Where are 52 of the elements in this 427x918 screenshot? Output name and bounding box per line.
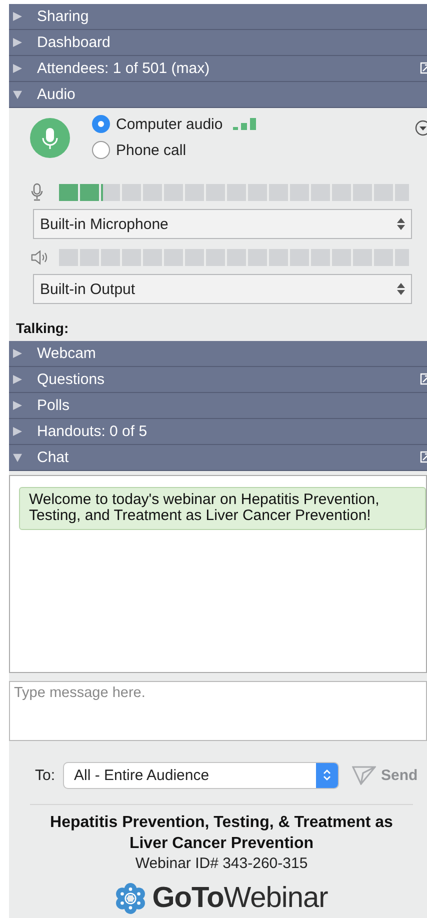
speaker-select[interactable]: Built-in Output	[33, 274, 412, 304]
triangle-icon	[13, 453, 22, 462]
dropdown-menu-icon[interactable]	[415, 120, 427, 136]
section-header[interactable]: Handouts: 0 of 5	[9, 419, 427, 445]
talking-label: Talking:	[16, 320, 70, 336]
flower-logo-icon	[115, 883, 146, 914]
radio-label[interactable]: Phone call	[116, 142, 186, 158]
section-title: Webcam	[37, 345, 96, 362]
section-header[interactable]: Questions	[9, 367, 427, 393]
section-title: Handouts: 0 of 5	[37, 423, 148, 440]
paper-plane-icon	[352, 765, 376, 785]
send-button[interactable]: Send	[352, 765, 418, 785]
section-header[interactable]: Chat	[9, 445, 427, 471]
section-header[interactable]: Attendees: 1 of 501 (max)	[9, 56, 427, 82]
section-header[interactable]: Webcam	[9, 341, 427, 367]
section-header[interactable]: Polls	[9, 393, 427, 419]
triangle-icon	[13, 427, 22, 436]
message-input-field[interactable]: Type message here.	[9, 681, 427, 741]
webinar-title: Hepatitis Prevention, Testing, & Treatment as Liver Cancer Prevention	[49, 813, 394, 854]
section-title: Dashboard	[37, 34, 110, 51]
triangle-icon	[13, 38, 22, 47]
section-header[interactable]: Audio	[9, 82, 427, 108]
triangle-icon	[13, 375, 22, 384]
logo-text: GoToWebinar	[152, 882, 328, 915]
section-title: Audio	[37, 86, 76, 103]
triangle-icon	[13, 401, 22, 410]
microphone-select[interactable]: Built-in Microphone	[33, 209, 412, 239]
stepper-icon	[323, 769, 332, 781]
recipient-select[interactable]: All - Entire Audience	[63, 762, 340, 788]
section-title: Sharing	[37, 8, 89, 25]
stepper-icon	[397, 283, 405, 295]
triangle-icon	[13, 64, 22, 73]
radio-button[interactable]	[92, 115, 110, 133]
stepper-icon	[397, 218, 405, 230]
microphone-icon	[31, 183, 43, 201]
section-title: Attendees: 1 of 501 (max)	[37, 60, 210, 77]
section-header[interactable]: Sharing	[9, 4, 427, 30]
chat-message: Welcome to today's webinar on Hepatitis Prevention, Testing, and Treatment as Liver Cancer Prevention!	[19, 487, 426, 530]
section-title: Questions	[37, 371, 105, 388]
triangle-icon	[13, 12, 22, 21]
section-title: Polls	[37, 397, 70, 414]
radio-label[interactable]: Computer audio	[116, 116, 223, 132]
section-header[interactable]: Dashboard	[9, 30, 427, 56]
to-label: To:	[35, 766, 56, 784]
triangle-icon	[13, 90, 22, 99]
signal-icon	[232, 118, 257, 130]
microphone-button[interactable]	[30, 118, 70, 158]
speaker-icon	[31, 250, 49, 264]
triangle-icon	[13, 349, 22, 358]
radio-button[interactable]	[92, 141, 110, 159]
webinar-id: Webinar ID# 343-260-315	[134, 855, 309, 872]
section-title: Chat	[37, 449, 69, 466]
